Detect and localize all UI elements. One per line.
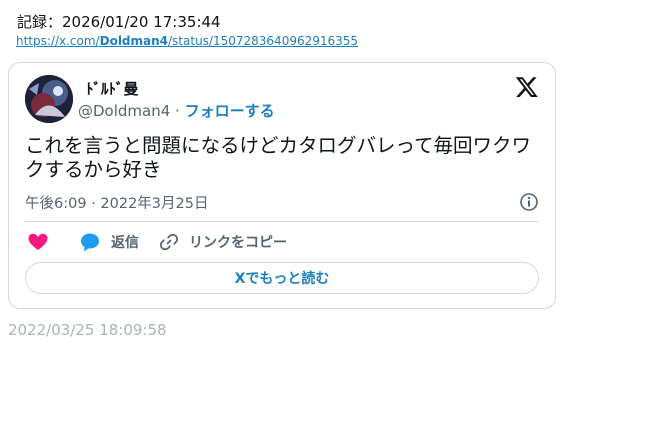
display-name[interactable]: ﾄﾞﾙﾄﾞ曼: [86, 78, 139, 99]
read-more-button[interactable]: Xでもっと読む: [25, 262, 539, 294]
follow-button[interactable]: フォローする: [185, 102, 275, 120]
info-icon[interactable]: [519, 192, 539, 212]
tweet-text: これを言うと問題になるけどカタログバレって毎回ワクワクするから好き: [25, 134, 532, 181]
tweet-card: ﾄﾞﾙﾄﾞ曼 @Doldman4 · フォローする これを言うと問題になるけどカ…: [8, 62, 556, 309]
avatar[interactable]: [25, 75, 73, 123]
record-label: 記録：2026/01/20 17:35:44: [17, 13, 221, 31]
heart-icon: [27, 231, 49, 253]
action-bar: 返信 リンクをコピー: [25, 229, 545, 255]
handle-line: @Doldman4 · フォローする: [78, 100, 275, 121]
reply-label: 返信: [111, 235, 139, 251]
speech-bubble-icon: [79, 231, 101, 253]
like-button[interactable]: [27, 229, 49, 255]
reply-button[interactable]: 返信: [79, 229, 139, 255]
url-user: Doldman4: [99, 34, 169, 48]
capture-timestamp: 2022/03/25 18:09:58: [8, 321, 167, 339]
divider: [25, 221, 539, 222]
tweet-time[interactable]: 午後6:09 · 2022年3月25日: [25, 192, 208, 213]
link-icon: [159, 232, 179, 252]
url-prefix: https://x.com/: [16, 34, 100, 48]
copy-link-button[interactable]: リンクをコピー: [159, 229, 287, 255]
separator: ·: [170, 102, 185, 120]
handle[interactable]: @Doldman4: [78, 102, 170, 120]
x-logo-icon[interactable]: [515, 75, 539, 99]
copy-link-label: リンクをコピー: [189, 235, 287, 251]
url-suffix: /status/1507283640962916355: [168, 34, 359, 48]
tweet-url-link[interactable]: https://x.com/Doldman4/status/1507283640…: [16, 34, 358, 48]
